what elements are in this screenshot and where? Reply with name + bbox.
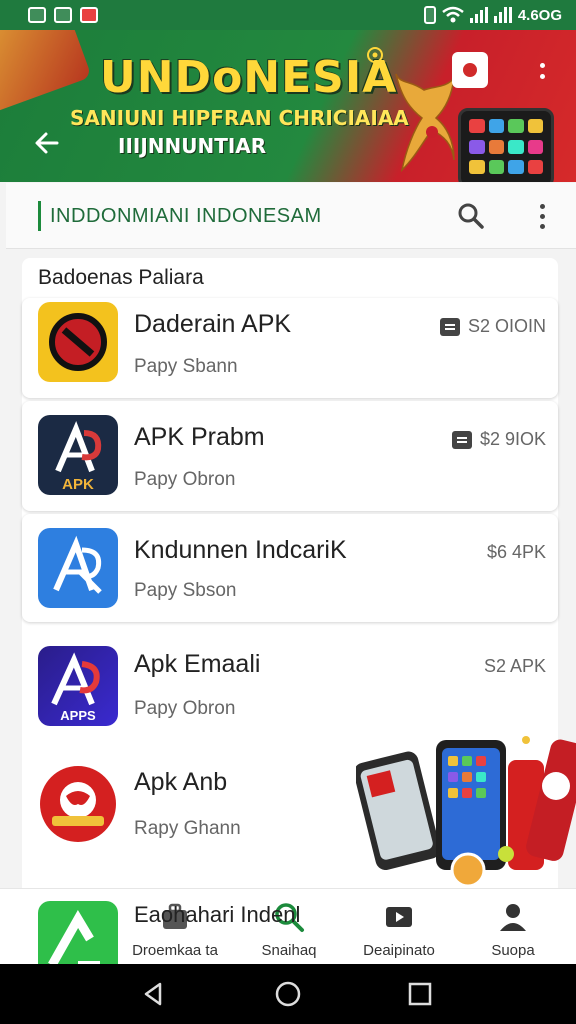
app-price-text: S2 OIOIN xyxy=(467,316,546,336)
search-cursor xyxy=(38,201,41,231)
phones-illustration xyxy=(356,736,576,888)
app-publisher: Papy Obron xyxy=(134,469,236,490)
banner-phone-illustration xyxy=(458,108,554,182)
app-name: APK Prabm xyxy=(134,423,265,451)
document-icon xyxy=(439,317,460,336)
search-input[interactable]: INDDONMIANI INDONESAM xyxy=(50,205,322,228)
nav-label: Deaipinato xyxy=(363,942,435,959)
status-notification-icons xyxy=(28,7,98,23)
app-publisher: Papy Obron xyxy=(134,698,236,719)
app-publisher: Papy Sbson xyxy=(134,580,237,601)
status-system-icons: 4.6OG xyxy=(423,6,562,24)
battery-saver-icon xyxy=(423,6,436,24)
more-options-icon[interactable] xyxy=(534,201,550,231)
person-icon xyxy=(500,904,526,931)
app-icon-kndunnen xyxy=(38,528,118,608)
app-price: $2 9IOK xyxy=(451,429,546,450)
banner-title: UNDoNESIA xyxy=(100,52,398,103)
signal-icon xyxy=(469,7,488,23)
app-name: Kndunnen IndcariK xyxy=(134,536,347,564)
search-icon[interactable] xyxy=(456,201,486,231)
nav-label: Snaihaq xyxy=(261,942,317,959)
app-list-item[interactable]: Daderain APK Papy Sbann S2 OIOIN xyxy=(22,298,558,398)
back-arrow-icon xyxy=(35,132,59,154)
notification-icon xyxy=(28,7,46,23)
app-icon-daderain xyxy=(38,302,118,382)
app-price-text: S2 APK xyxy=(483,656,546,676)
app-price: S2 OIOIN xyxy=(439,316,546,337)
app-publisher: Papy Sbann xyxy=(134,356,238,377)
document-icon xyxy=(451,430,472,449)
app-list-item[interactable]: APK APK Prabm Papy Obron $2 9IOK xyxy=(22,401,558,511)
record-button[interactable] xyxy=(452,52,488,88)
nav-item-profile[interactable]: Suopa xyxy=(458,897,568,963)
alert-icon xyxy=(80,7,98,23)
app-price: S2 APK xyxy=(484,656,546,677)
search-bar[interactable]: INDDONMIANI INDONESAM xyxy=(6,183,576,249)
app-icon-apk-prabm: APK xyxy=(38,415,118,495)
section-title: Badoenas Paliara xyxy=(38,266,204,289)
app-list-item[interactable]: APPS Apk Emaali Papy Obron S2 APK xyxy=(22,628,558,742)
header-banner: UNDoNESIA SANIUNI HIPFRAN CHRICIAIAA III… xyxy=(0,30,576,182)
wifi-icon xyxy=(442,6,464,23)
app-name: Daderain APK xyxy=(134,310,292,338)
play-icon xyxy=(386,907,412,927)
app-price-text: $6 4PK xyxy=(486,542,546,562)
back-button[interactable] xyxy=(30,126,64,160)
banner-subtitle: SANIUNI HIPFRAN CHRICIAIAA xyxy=(70,106,409,130)
system-navigation-bar xyxy=(0,964,576,1024)
app-icon-label: APPS xyxy=(60,708,96,723)
app-icon-apk-anb xyxy=(38,764,118,844)
nav-label: Droemkaa ta xyxy=(132,942,218,959)
back-icon[interactable] xyxy=(140,980,168,1008)
app-price-text: $2 9IOK xyxy=(479,429,546,449)
status-time: 4.6OG xyxy=(517,6,562,24)
app-icon-label: APK xyxy=(62,476,94,493)
banner-more-button[interactable] xyxy=(532,54,552,88)
status-bar: 4.6OG xyxy=(0,0,576,30)
image-icon xyxy=(54,7,72,23)
app-icon-apk-emaali: APPS xyxy=(38,646,118,726)
app-list-item[interactable]: Kndunnen IndcariK Papy Sbson $6 4PK xyxy=(22,514,558,622)
recents-icon[interactable] xyxy=(406,980,434,1008)
banner-decoration xyxy=(0,30,92,118)
app-name: Apk Emaali xyxy=(134,650,261,678)
app-price: $6 4PK xyxy=(487,542,546,563)
coin-icon xyxy=(367,47,383,63)
home-icon[interactable] xyxy=(274,980,302,1008)
signal-2-icon xyxy=(493,7,512,23)
app-name: Apk Anb xyxy=(134,768,228,796)
app-publisher: Rapy Ghann xyxy=(134,818,241,839)
banner-tagline: IIIJNNUNTIAR xyxy=(118,134,267,158)
garuda-emblem-icon xyxy=(395,73,456,173)
nav-label: Suopa xyxy=(491,942,535,959)
record-icon xyxy=(463,63,477,77)
app-name: Eaohahari Indenl xyxy=(134,902,301,927)
nav-item-play[interactable]: Deaipinato xyxy=(344,897,454,963)
